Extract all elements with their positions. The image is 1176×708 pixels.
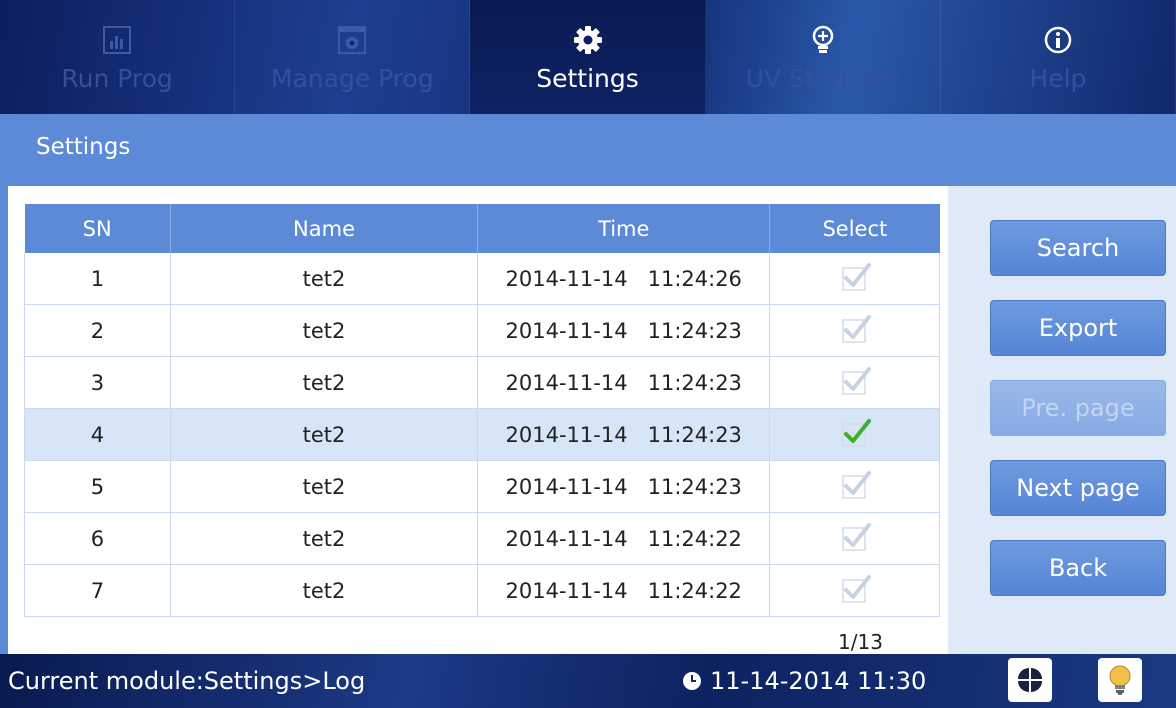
light-bulb-icon (1109, 665, 1131, 695)
gear-document-icon (337, 22, 367, 58)
cell-select[interactable] (769, 512, 940, 565)
cell-sn: 7 (24, 564, 171, 617)
table-body: 1 tet2 2014-11-14 11:24:26 2 tet2 2014-1… (24, 253, 940, 617)
tab-label: Help (1029, 63, 1087, 93)
cell-select[interactable] (769, 356, 940, 409)
cell-time: 2014-11-14 11:24:23 (477, 460, 771, 513)
table-row[interactable]: 1 tet2 2014-11-14 11:24:26 (24, 253, 940, 305)
light-bulb-button[interactable] (1098, 658, 1142, 702)
cell-name: tet2 (170, 356, 479, 409)
table-row[interactable]: 2 tet2 2014-11-14 11:24:23 (24, 304, 940, 357)
cell-time: 2014-11-14 11:24:23 (477, 408, 771, 461)
cell-name: tet2 (170, 304, 479, 357)
tab-settings[interactable]: Settings (470, 0, 706, 114)
next-page-button[interactable]: Next page (990, 460, 1166, 516)
checkbox-icon[interactable] (838, 311, 872, 345)
status-bar: Current module:Settings>Log 11-14-2014 1… (0, 654, 1176, 708)
status-datetime: 11-14-2014 11:30 (682, 654, 926, 708)
column-header-select: Select (769, 204, 940, 253)
cell-sn: 5 (24, 460, 171, 513)
table-header-row: SN Name Time Select (24, 204, 940, 253)
cell-time: 2014-11-14 11:24:26 (477, 253, 771, 305)
search-button[interactable]: Search (990, 220, 1166, 276)
table-row[interactable]: 3 tet2 2014-11-14 11:24:23 (24, 356, 940, 409)
cell-name: tet2 (170, 460, 479, 513)
side-panel: Search Export Pre. page Next page Back (948, 186, 1176, 654)
cell-select[interactable] (769, 304, 940, 357)
tab-label: Manage Prog (270, 63, 434, 93)
gear-icon (572, 22, 604, 58)
column-header-sn: SN (24, 204, 171, 253)
cell-name: tet2 (170, 564, 479, 617)
prev-page-button[interactable]: Pre. page (990, 380, 1166, 436)
table-row[interactable]: 5 tet2 2014-11-14 11:24:23 (24, 460, 940, 513)
tab-manage-prog[interactable]: Manage Prog (235, 0, 471, 114)
cell-sn: 4 (24, 408, 171, 461)
bar-chart-icon (102, 22, 132, 58)
log-content: SN Name Time Select 1 tet2 2014-11-14 11… (8, 186, 948, 654)
checkbox-icon[interactable] (838, 363, 872, 397)
cell-name: tet2 (170, 253, 479, 305)
cell-select[interactable] (769, 253, 940, 305)
top-navigation: Run Prog Manage Prog Settings UV Sterili… (0, 0, 1176, 114)
page-indicator: 1/13 (838, 630, 883, 654)
checkbox-icon[interactable] (838, 467, 872, 501)
cell-select[interactable] (769, 564, 940, 617)
cell-select[interactable] (769, 408, 940, 461)
tab-label: UV Sterilizer (745, 63, 900, 93)
checkbox-icon[interactable] (838, 519, 872, 553)
tab-help[interactable]: Help (941, 0, 1176, 114)
page-title: Settings (8, 114, 1176, 186)
cell-sn: 2 (24, 304, 171, 357)
left-edge (0, 114, 8, 654)
checkbox-icon[interactable] (838, 571, 872, 605)
log-table: SN Name Time Select 1 tet2 2014-11-14 11… (24, 204, 940, 617)
table-row-selected[interactable]: 4 tet2 2014-11-14 11:24:23 (24, 408, 940, 461)
clock-icon (683, 672, 701, 690)
info-icon (1043, 22, 1073, 58)
fan-grid-icon (1018, 668, 1042, 692)
cell-time: 2014-11-14 11:24:23 (477, 304, 771, 357)
fan-grid-button[interactable] (1008, 658, 1052, 702)
cell-sn: 3 (24, 356, 171, 409)
cell-time: 2014-11-14 11:24:23 (477, 356, 771, 409)
table-row[interactable]: 6 tet2 2014-11-14 11:24:22 (24, 512, 940, 565)
cell-name: tet2 (170, 408, 479, 461)
light-bulb-icon (808, 22, 838, 58)
table-row[interactable]: 7 tet2 2014-11-14 11:24:22 (24, 564, 940, 617)
back-button[interactable]: Back (990, 540, 1166, 596)
tab-label: Settings (536, 63, 639, 93)
datetime-text: 11-14-2014 11:30 (710, 667, 927, 695)
cell-time: 2014-11-14 11:24:22 (477, 512, 771, 565)
checkbox-icon[interactable] (838, 415, 872, 449)
cell-name: tet2 (170, 512, 479, 565)
column-header-name: Name (170, 204, 479, 253)
cell-time: 2014-11-14 11:24:22 (477, 564, 771, 617)
current-module-text: Current module:Settings>Log (8, 667, 366, 695)
tab-label: Run Prog (61, 63, 173, 93)
export-button[interactable]: Export (990, 300, 1166, 356)
tab-run-prog[interactable]: Run Prog (0, 0, 236, 114)
cell-sn: 6 (24, 512, 171, 565)
cell-sn: 1 (24, 253, 171, 305)
tab-uv-sterilizer[interactable]: UV Sterilizer (706, 0, 941, 114)
cell-select[interactable] (769, 460, 940, 513)
column-header-time: Time (477, 204, 771, 253)
checkbox-icon[interactable] (838, 259, 872, 293)
